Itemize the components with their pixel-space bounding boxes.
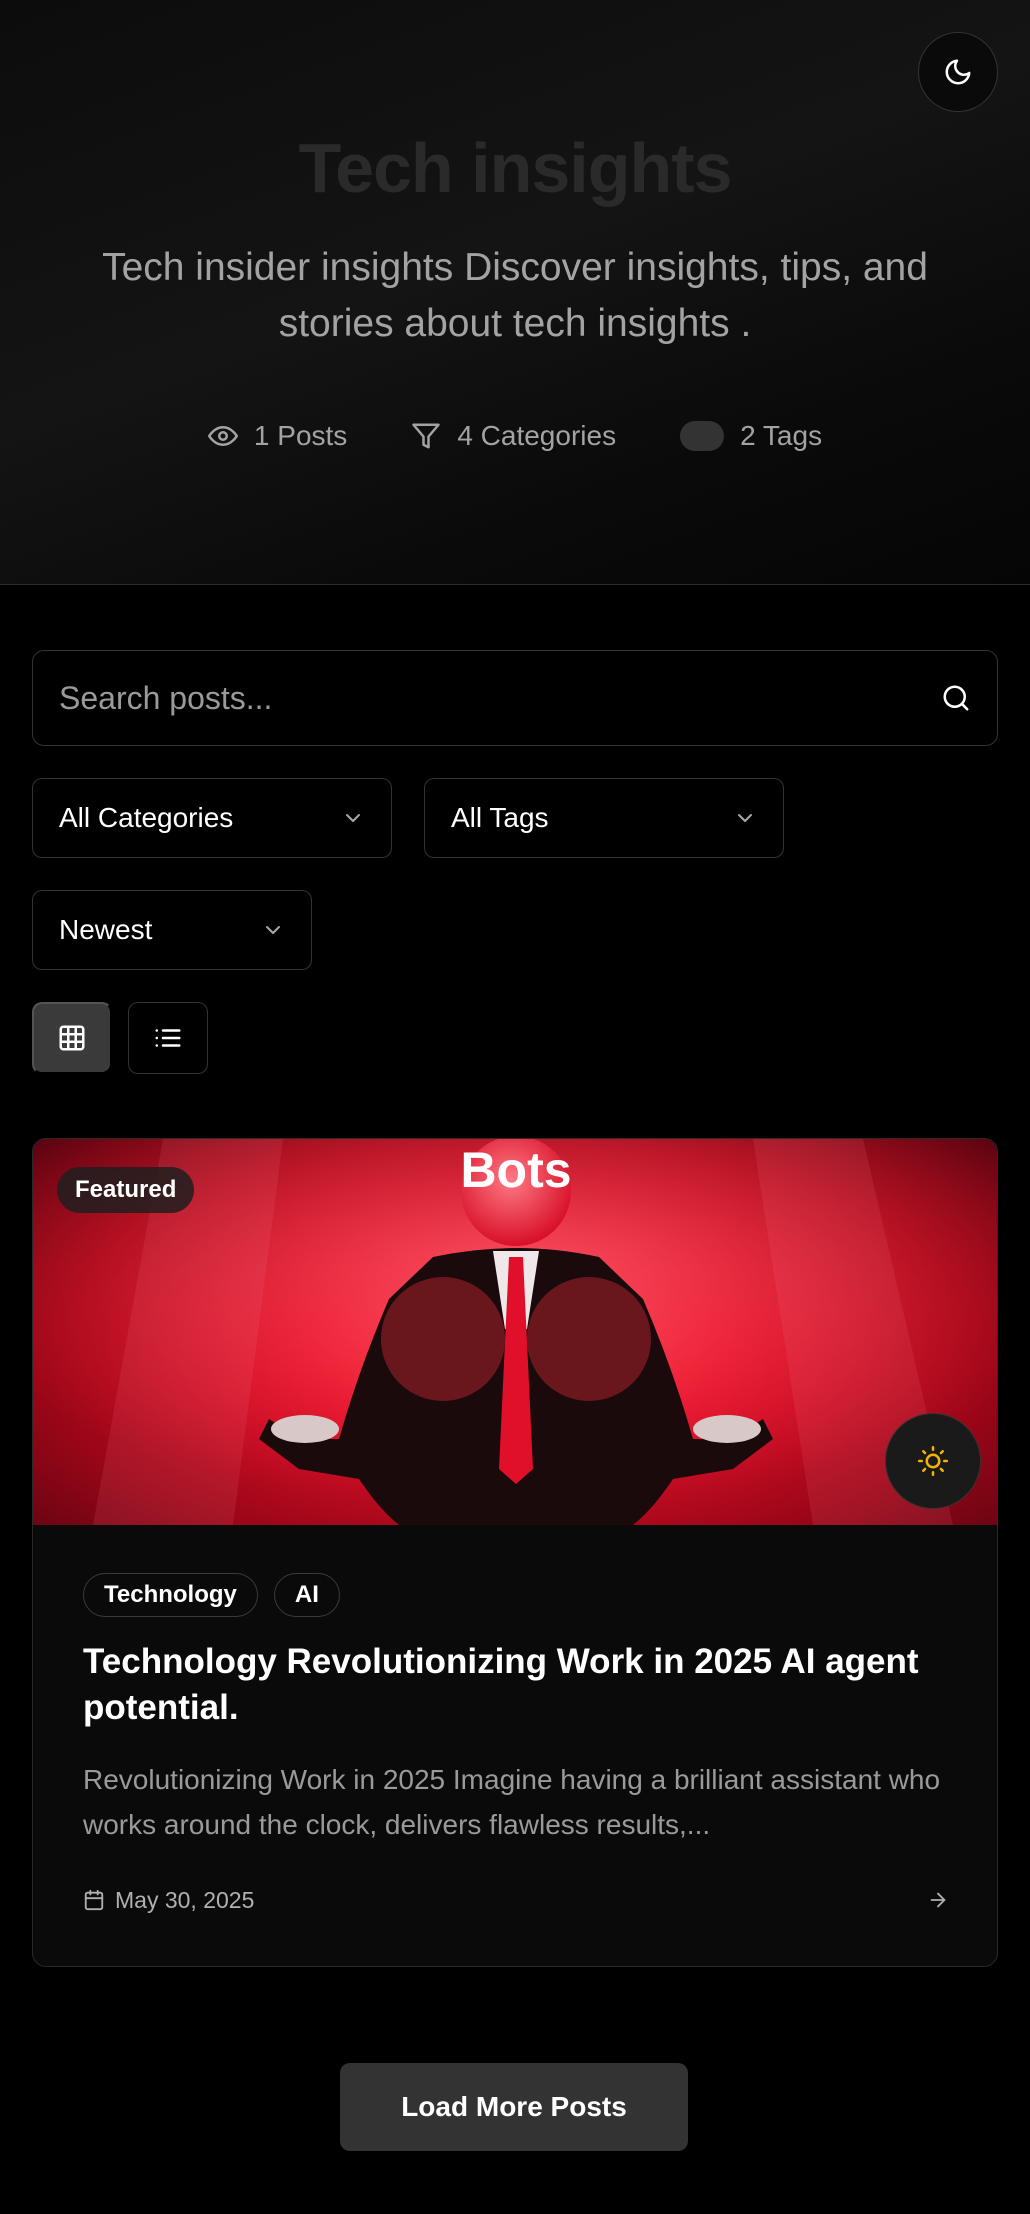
- featured-badge: Featured: [57, 1167, 195, 1213]
- post-meta: May 30, 2025: [83, 1884, 949, 1916]
- category-chip[interactable]: Technology: [83, 1573, 258, 1617]
- category-select[interactable]: All Categories: [32, 778, 392, 858]
- theme-toggle-button[interactable]: [918, 32, 998, 112]
- page-title: Tech insights: [298, 129, 733, 207]
- hero-section: Tech insights Tech insider insights Disc…: [0, 0, 1030, 585]
- post-date: May 30, 2025: [83, 1887, 254, 1914]
- post-title[interactable]: Technology Revolutionizing Work in 2025 …: [83, 1639, 953, 1731]
- arrow-right-icon[interactable]: [927, 1889, 949, 1911]
- tags-count: 2 Tags: [740, 420, 823, 451]
- card-theme-button[interactable]: [885, 1413, 981, 1509]
- sort-select-value: Newest: [59, 914, 153, 945]
- chevron-down-icon: [738, 814, 752, 822]
- search-input[interactable]: [59, 679, 941, 717]
- calendar-icon: [84, 1889, 104, 1911]
- post-card[interactable]: Bots Featured Technology AI Technology R…: [32, 1138, 998, 1967]
- chevron-down-icon: [266, 926, 280, 934]
- moon-icon: [945, 59, 971, 85]
- eye-icon: [207, 426, 238, 446]
- categories-stat: 4 Categories: [411, 420, 616, 452]
- chevron-down-icon: [346, 814, 360, 822]
- sort-select[interactable]: Newest: [32, 890, 312, 970]
- image-text: Bots: [460, 1142, 571, 1198]
- categories-count: 4 Categories: [457, 420, 617, 451]
- post-date-text: May 30, 2025: [115, 1886, 255, 1913]
- posts-count: 1 Posts: [253, 420, 348, 451]
- sun-icon: [918, 1446, 948, 1476]
- tag-pill-icon: [680, 421, 725, 451]
- post-cover-image: Bots Featured: [33, 1139, 997, 1525]
- list-icon: [155, 1029, 181, 1047]
- filter-icon: [412, 423, 441, 449]
- tags-select[interactable]: All Tags: [424, 778, 784, 858]
- category-chip[interactable]: AI: [273, 1573, 340, 1617]
- grid-icon: [59, 1025, 85, 1051]
- list-view-button[interactable]: [128, 1002, 208, 1074]
- search-bar: [32, 650, 998, 746]
- grid-view-button[interactable]: [32, 1002, 112, 1074]
- category-select-value: All Categories: [59, 802, 234, 833]
- page-subtitle: Tech insider insights Discover insights,…: [102, 246, 928, 345]
- load-more-button[interactable]: Load More Posts: [340, 2063, 688, 2151]
- post-categories: Technology AI: [83, 1573, 340, 1617]
- search-icon[interactable]: [941, 683, 971, 713]
- post-excerpt: Revolutionizing Work in 2025 Imagine hav…: [83, 1764, 941, 1840]
- tags-stat: 2 Tags: [680, 420, 822, 452]
- stats-bar: 1 Posts 4 Categories 2 Tags: [0, 416, 1030, 456]
- posts-stat: 1 Posts: [207, 420, 348, 452]
- tags-select-value: All Tags: [451, 802, 549, 833]
